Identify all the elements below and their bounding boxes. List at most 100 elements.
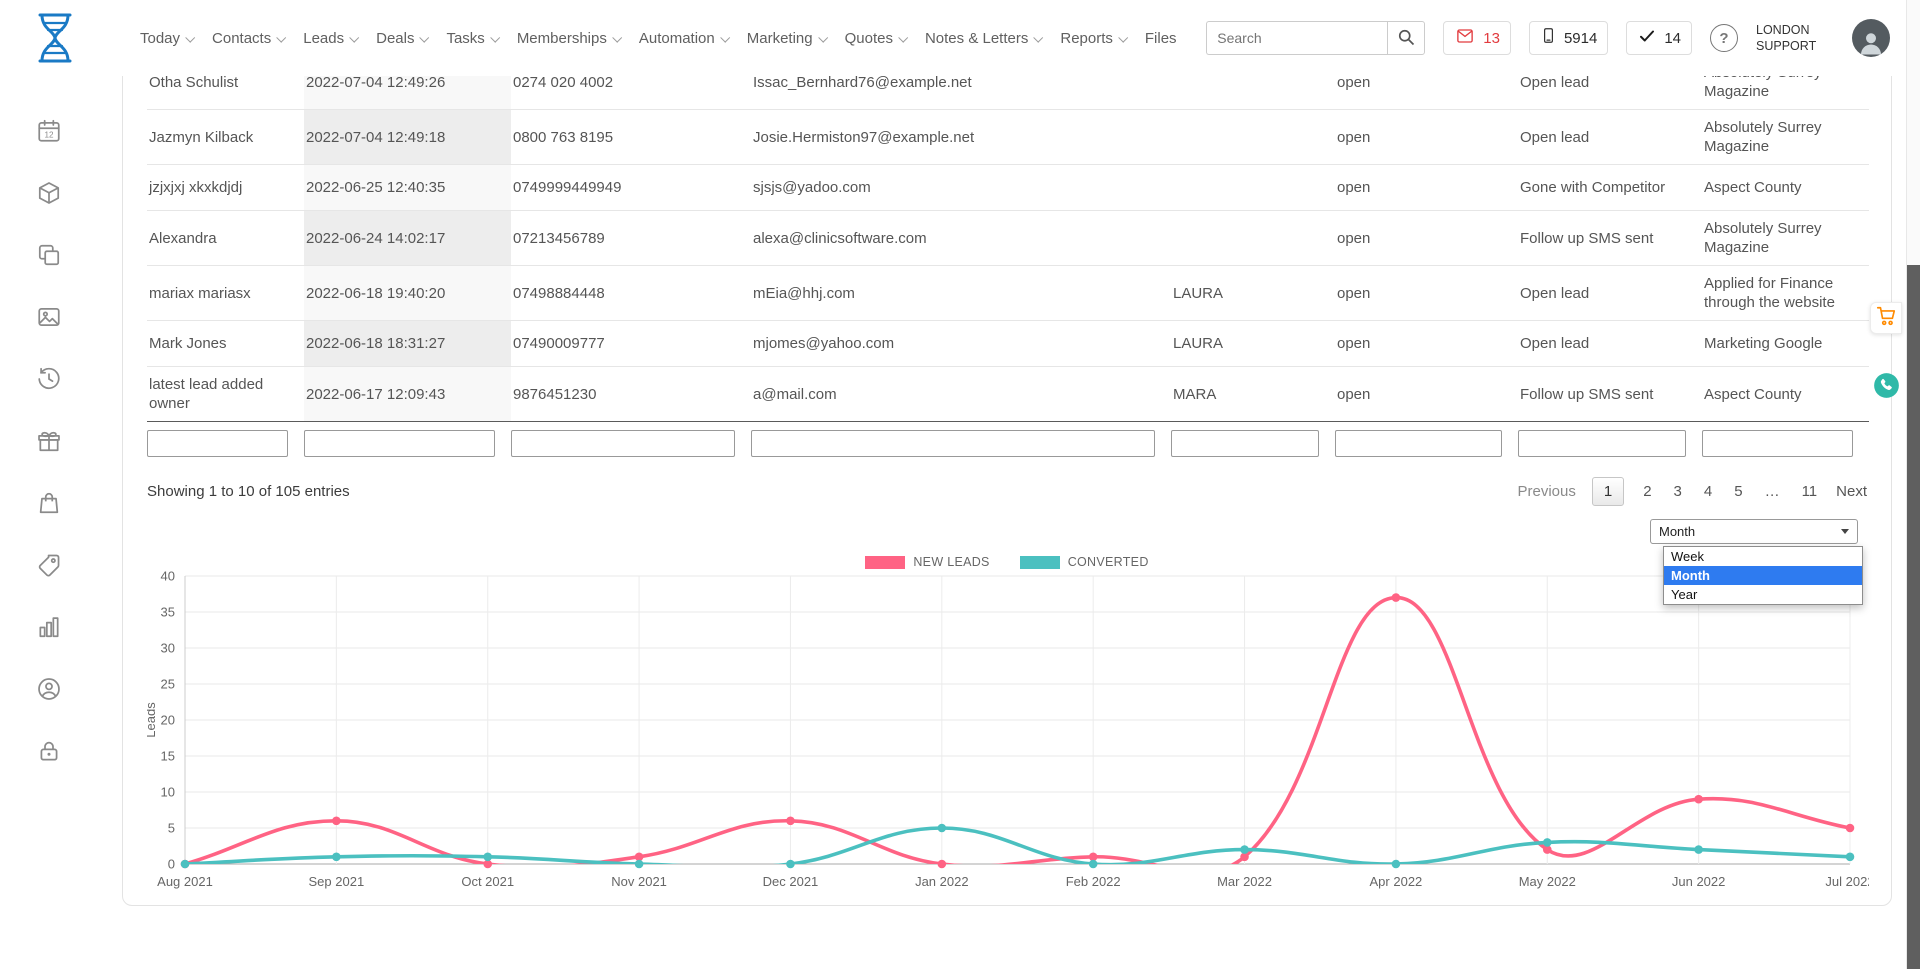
previous-page-button[interactable]: Previous bbox=[1518, 483, 1576, 500]
nav-item-memberships[interactable]: Memberships bbox=[517, 30, 620, 47]
nav-item-leads[interactable]: Leads bbox=[303, 30, 357, 47]
nav-item-files[interactable]: Files bbox=[1145, 30, 1177, 47]
filter-input-status[interactable] bbox=[1335, 430, 1502, 457]
nav-item-automation[interactable]: Automation bbox=[639, 30, 728, 47]
table-row[interactable]: latest lead added owner2022-06-17 12:09:… bbox=[147, 367, 1869, 422]
calls-badge[interactable]: 5914 bbox=[1529, 21, 1608, 55]
next-page-button[interactable]: Next bbox=[1836, 483, 1867, 500]
page-button-1[interactable]: 1 bbox=[1592, 477, 1624, 506]
help-button[interactable]: ? bbox=[1710, 24, 1738, 52]
svg-text:35: 35 bbox=[161, 605, 175, 620]
leads-table-body: Otha Schulist2022-07-04 12:49:260274 020… bbox=[147, 55, 1869, 422]
filter-input-phone[interactable] bbox=[511, 430, 735, 457]
cell-stage: Open lead bbox=[1518, 266, 1702, 321]
mail-badge[interactable]: 13 bbox=[1443, 21, 1511, 55]
table-row[interactable]: mariax mariasx2022-06-18 19:40:200749888… bbox=[147, 266, 1869, 321]
whatsapp-icon bbox=[1873, 386, 1900, 403]
nav-item-tasks[interactable]: Tasks bbox=[446, 30, 497, 47]
chevron-down-icon bbox=[490, 32, 500, 42]
calendar-icon[interactable]: 12 bbox=[36, 118, 62, 144]
table-row[interactable]: jzjxjxj xkxkdjdj2022-06-25 12:40:3507499… bbox=[147, 165, 1869, 211]
filter-row bbox=[147, 430, 1867, 457]
nav-item-today[interactable]: Today bbox=[140, 30, 193, 47]
image-icon[interactable] bbox=[36, 304, 62, 330]
cart-button[interactable] bbox=[1870, 302, 1902, 334]
cell-name: jzjxjxj xkxkdjdj bbox=[147, 165, 304, 211]
nav-item-reports[interactable]: Reports bbox=[1060, 30, 1126, 47]
svg-text:30: 30 bbox=[161, 641, 175, 656]
support-icon[interactable] bbox=[36, 676, 62, 702]
whatsapp-button[interactable] bbox=[1873, 372, 1900, 399]
tasks-badge[interactable]: 14 bbox=[1626, 21, 1692, 55]
period-option-week[interactable]: Week bbox=[1664, 547, 1862, 566]
period-option-year[interactable]: Year bbox=[1664, 585, 1862, 604]
period-option-month[interactable]: Month bbox=[1664, 566, 1862, 585]
cell-date: 2022-06-25 12:40:35 bbox=[304, 165, 511, 211]
nav-item-label: Tasks bbox=[446, 30, 484, 47]
scrollbar-track[interactable] bbox=[1906, 0, 1920, 969]
filter-input-date[interactable] bbox=[304, 430, 495, 457]
period-dropdown: WeekMonthYear bbox=[1663, 546, 1863, 605]
chevron-down-icon bbox=[1118, 32, 1128, 42]
cell-status: open bbox=[1335, 367, 1518, 422]
cell-source: Applied for Finance through the website bbox=[1702, 266, 1869, 321]
svg-text:Dec 2021: Dec 2021 bbox=[763, 874, 819, 889]
select-arrow-icon bbox=[1841, 529, 1849, 534]
history-icon[interactable] bbox=[36, 366, 62, 392]
search-button[interactable] bbox=[1387, 21, 1425, 55]
cell-name: Mark Jones bbox=[147, 321, 304, 367]
shopping-bag-icon[interactable] bbox=[36, 490, 62, 516]
scrollbar-thumb[interactable] bbox=[1907, 265, 1920, 969]
package-icon[interactable] bbox=[36, 180, 62, 206]
cell-source: Aspect County bbox=[1702, 165, 1869, 211]
table-row[interactable]: Jazmyn Kilback2022-07-04 12:49:180800 76… bbox=[147, 110, 1869, 165]
nav-item-deals[interactable]: Deals bbox=[376, 30, 427, 47]
mobile-phone-icon bbox=[1540, 25, 1557, 51]
nav-item-label: Deals bbox=[376, 30, 414, 47]
page-button-3[interactable]: 3 bbox=[1671, 481, 1685, 502]
bar-chart-icon[interactable] bbox=[36, 614, 62, 640]
page-button-11[interactable]: 11 bbox=[1799, 481, 1821, 502]
cell-owner bbox=[1171, 211, 1335, 266]
page-button-…[interactable]: … bbox=[1762, 481, 1783, 502]
svg-text:Feb 2022: Feb 2022 bbox=[1066, 874, 1121, 889]
cell-email: mjomes@yahoo.com bbox=[751, 321, 1171, 367]
avatar[interactable] bbox=[1852, 19, 1890, 57]
table-footer: Showing 1 to 10 of 105 entries Previous … bbox=[147, 477, 1867, 506]
svg-text:40: 40 bbox=[161, 569, 175, 584]
filter-input-stage[interactable] bbox=[1518, 430, 1686, 457]
nav-item-contacts[interactable]: Contacts bbox=[212, 30, 284, 47]
content-card: Otha Schulist2022-07-04 12:49:260274 020… bbox=[122, 30, 1892, 906]
copy-icon[interactable] bbox=[36, 242, 62, 268]
mail-count: 13 bbox=[1483, 30, 1500, 47]
page-button-5[interactable]: 5 bbox=[1731, 481, 1745, 502]
filter-input-source[interactable] bbox=[1702, 430, 1853, 457]
nav-item-marketing[interactable]: Marketing bbox=[747, 30, 826, 47]
cell-stage: Follow up SMS sent bbox=[1518, 211, 1702, 266]
cell-owner bbox=[1171, 110, 1335, 165]
table-row[interactable]: Alexandra2022-06-24 14:02:1707213456789a… bbox=[147, 211, 1869, 266]
table-row[interactable]: Mark Jones2022-06-18 18:31:2707490009777… bbox=[147, 321, 1869, 367]
gift-icon[interactable] bbox=[36, 428, 62, 454]
page-button-2[interactable]: 2 bbox=[1640, 481, 1654, 502]
search-input[interactable] bbox=[1206, 21, 1387, 55]
cell-status: open bbox=[1335, 266, 1518, 321]
filter-input-name[interactable] bbox=[147, 430, 288, 457]
nav-item-label: Leads bbox=[303, 30, 344, 47]
cell-name: mariax mariasx bbox=[147, 266, 304, 321]
page-button-4[interactable]: 4 bbox=[1701, 481, 1715, 502]
app-logo[interactable] bbox=[32, 11, 78, 65]
tasks-count: 14 bbox=[1664, 30, 1681, 47]
lock-icon[interactable] bbox=[36, 738, 62, 764]
tag-icon[interactable] bbox=[36, 552, 62, 578]
nav-item-notes-letters[interactable]: Notes & Letters bbox=[925, 30, 1041, 47]
nav-item-quotes[interactable]: Quotes bbox=[845, 30, 906, 47]
mail-icon bbox=[1454, 27, 1476, 50]
svg-text:Oct 2021: Oct 2021 bbox=[461, 874, 514, 889]
filter-input-email[interactable] bbox=[751, 430, 1155, 457]
period-select[interactable]: Month bbox=[1650, 519, 1858, 544]
svg-text:Jun 2022: Jun 2022 bbox=[1672, 874, 1726, 889]
cell-date: 2022-06-18 19:40:20 bbox=[304, 266, 511, 321]
filter-input-owner[interactable] bbox=[1171, 430, 1319, 457]
cell-owner bbox=[1171, 165, 1335, 211]
